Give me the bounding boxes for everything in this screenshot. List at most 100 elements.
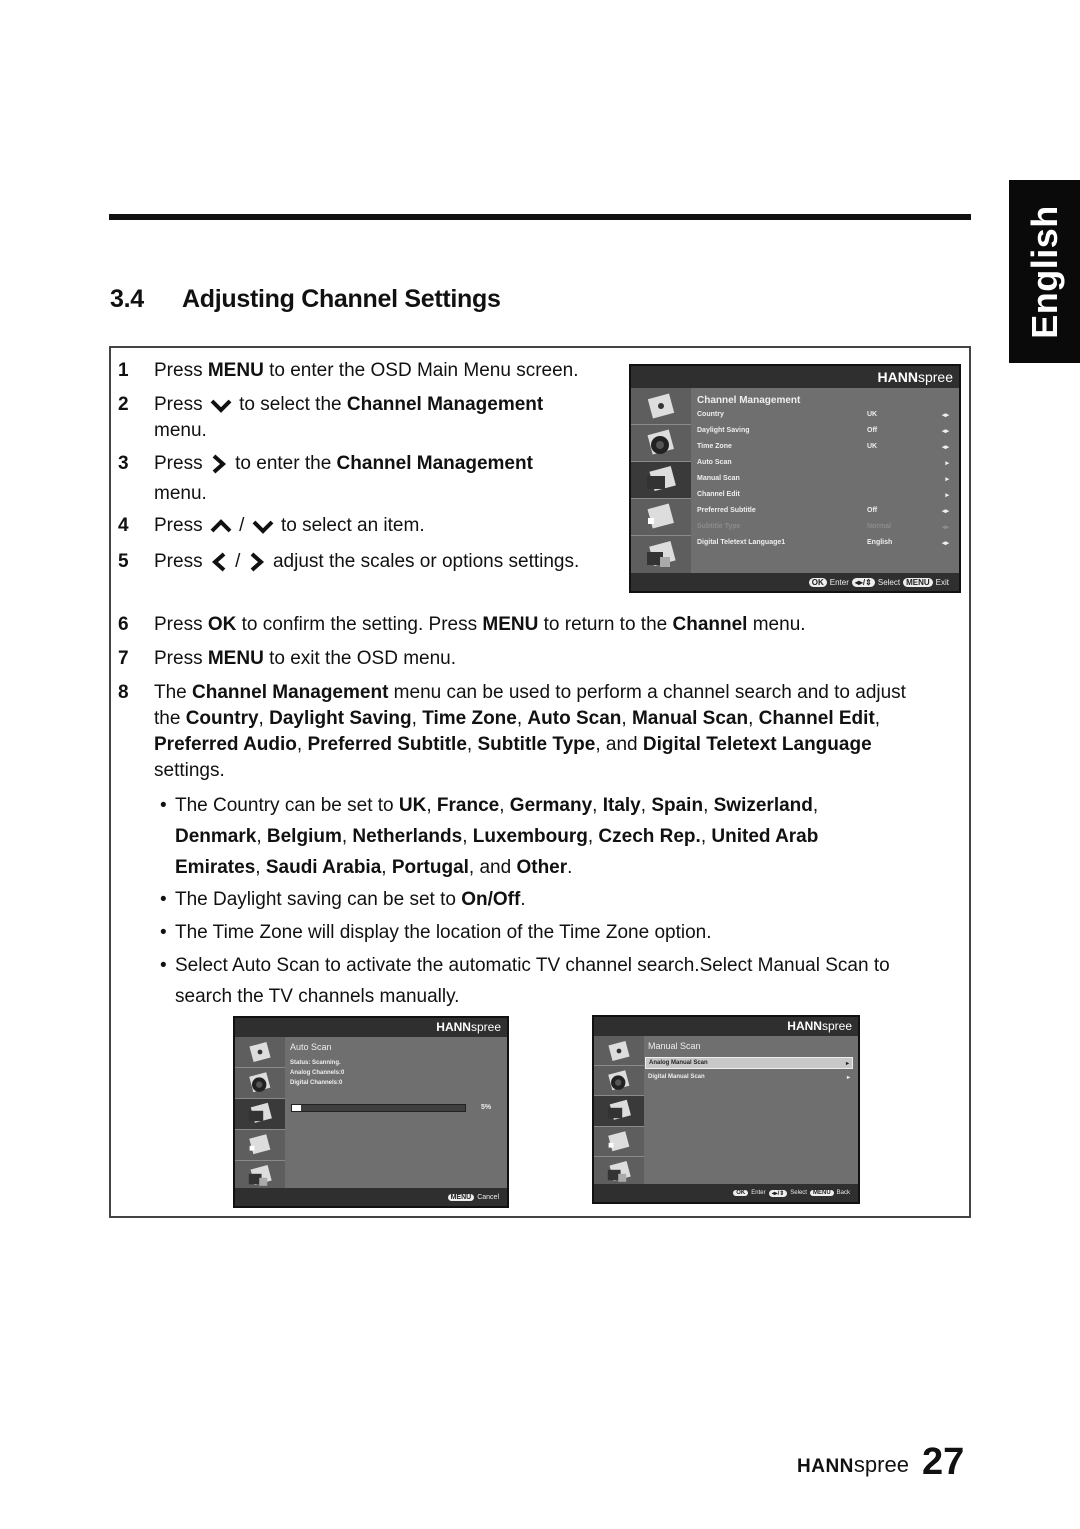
sound-menu-icon[interactable]: [594, 1066, 644, 1096]
step-number: 4: [118, 515, 129, 536]
step-number: 1: [118, 360, 129, 381]
bullet-dot: •: [160, 922, 167, 943]
text-bold: Italy: [602, 795, 641, 816]
osd-item-value: UK: [867, 411, 878, 418]
picture-menu-icon[interactable]: [594, 1036, 644, 1066]
text: settings.: [154, 760, 225, 781]
text: The Country can be set to: [175, 795, 399, 816]
osd-menu-item: Subtitle Type Normal ◂▸: [697, 523, 949, 531]
osd-header: HANNspree: [631, 366, 959, 388]
text: to select an item.: [275, 515, 425, 536]
language-tab: English: [1009, 180, 1080, 363]
text: Press: [154, 515, 208, 536]
step-number: 2: [118, 394, 129, 415]
left-right-arrows-icon: ◂▸: [941, 428, 949, 435]
text-bold: Manual Scan: [631, 708, 749, 729]
osd-item-label: Preferred Subtitle: [697, 507, 756, 514]
osd-item-label: Country: [697, 411, 724, 418]
text-bold: Portugal: [391, 857, 469, 878]
chevron-right-icon: [208, 453, 230, 475]
select-key: ◂▸/⇕: [768, 1189, 788, 1197]
text-bold: Belgium: [266, 826, 342, 847]
text: ,: [255, 857, 266, 878]
exit-label: Exit: [935, 577, 949, 587]
step-number: 8: [118, 682, 129, 703]
setup-menu-icon[interactable]: [631, 499, 691, 536]
select-label: Select: [877, 577, 901, 587]
chevron-down-icon: [250, 515, 276, 537]
osd-footer: OK Enter ◂▸/⇕ Select MENU Back: [594, 1184, 858, 1202]
enter-label: Enter: [751, 1190, 766, 1196]
text-bold: Saudi Arabia: [265, 857, 382, 878]
osd-menu-item[interactable]: Digital Manual Scan ▸: [645, 1072, 853, 1084]
sound-menu-icon[interactable]: [235, 1068, 285, 1099]
text-bold: Luxembourg: [472, 826, 588, 847]
osd-item-label: Time Zone: [697, 443, 732, 450]
text: to exit the OSD menu.: [263, 648, 457, 669]
osd-menu-item[interactable]: Country UK ◂▸: [697, 411, 949, 419]
left-right-arrows-icon: ◂▸: [941, 412, 949, 419]
language-tab-label: English: [1023, 204, 1065, 339]
osd-item-label: Digital Manual Scan: [648, 1074, 705, 1080]
osd-item-label: Subtitle Type: [697, 523, 741, 530]
text: menu.: [154, 420, 207, 441]
text-bold: Spain: [651, 795, 704, 816]
text: search the TV channels manually.: [175, 986, 460, 1007]
section-number: 3.4: [110, 285, 144, 313]
osd-channel-management: HANNspree Channel Management Country UK ◂▸…: [629, 364, 961, 593]
setup-menu-icon[interactable]: [235, 1130, 285, 1161]
osd-menu-title: Auto Scan: [290, 1042, 332, 1052]
sound-menu-icon[interactable]: [631, 425, 691, 462]
text: , and: [468, 857, 517, 878]
text: to return to the: [538, 614, 673, 635]
bullet-time-zone: • The Time Zone will display the locatio…: [160, 917, 960, 948]
hannspree-logo: HANNspree: [877, 369, 953, 385]
chevron-up-icon: [208, 515, 234, 537]
lock-menu-icon[interactable]: [631, 536, 691, 576]
osd-menu-item[interactable]: Preferred Subtitle Off ◂▸: [697, 507, 949, 515]
osd-item-value: UK: [867, 443, 878, 450]
channel-menu-icon[interactable]: [594, 1096, 644, 1127]
text: ,: [516, 708, 528, 729]
text: The Daylight saving can be set to: [175, 889, 462, 910]
text: ,: [381, 857, 392, 878]
osd-menu-item[interactable]: Digital Teletext Language1 English ◂▸: [697, 539, 949, 547]
back-label: Back: [836, 1190, 850, 1196]
osd-menu-item[interactable]: Daylight Saving Off ◂▸: [697, 427, 949, 435]
text-bold: MENU: [207, 360, 264, 381]
text-bold: Digital Teletext Language: [642, 734, 872, 755]
digital-channels: Digital Channels:0: [290, 1080, 343, 1086]
text: Press: [154, 360, 208, 381]
text-bold: Daylight Saving: [269, 708, 412, 729]
analog-channels: Analog Channels:0: [290, 1070, 345, 1076]
text: Press: [154, 614, 208, 635]
picture-menu-icon[interactable]: [235, 1037, 285, 1068]
osd-menu-item[interactable]: Auto Scan ▸: [697, 459, 949, 467]
text: ,: [341, 826, 353, 847]
text: , and: [595, 734, 643, 755]
osd-menu-title: Channel Management: [697, 395, 801, 406]
step-number: 5: [118, 551, 129, 572]
text-bold: Denmark: [175, 826, 257, 847]
setup-menu-icon[interactable]: [594, 1127, 644, 1157]
footer-brand-logo: HANNspree: [797, 1452, 909, 1477]
picture-menu-icon[interactable]: [631, 388, 691, 425]
osd-menu-item[interactable]: Time Zone UK ◂▸: [697, 443, 949, 451]
osd-menu-item[interactable]: Analog Manual Scan ▸: [645, 1057, 853, 1069]
osd-manual-scan: HANNspree Manual Scan Analog Manual Scan…: [592, 1015, 860, 1204]
text: ,: [748, 708, 759, 729]
osd-menu-item[interactable]: Channel Edit ▸: [697, 491, 949, 499]
osd-menu-item[interactable]: Manual Scan ▸: [697, 475, 949, 483]
scan-progress-bar: [291, 1104, 466, 1112]
text: menu can be used to perform a channel se…: [388, 682, 906, 703]
osd-item-value: Off: [867, 427, 878, 434]
osd-item-value: Off: [867, 507, 878, 514]
channel-menu-icon[interactable]: [631, 462, 691, 499]
text: ,: [462, 826, 473, 847]
osd-sidebar: [594, 1036, 644, 1188]
text: ,: [256, 826, 267, 847]
text-bold: Channel: [672, 614, 748, 635]
cancel-label: Cancel: [477, 1193, 499, 1201]
text-bold: United Arab: [711, 826, 819, 847]
channel-menu-icon[interactable]: [235, 1099, 285, 1130]
